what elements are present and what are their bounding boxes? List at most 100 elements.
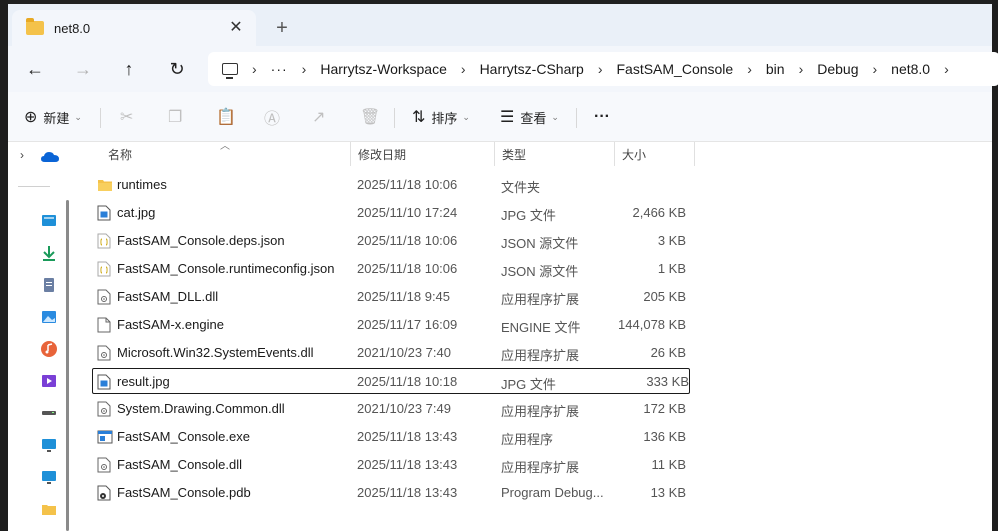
- table-row[interactable]: System.Drawing.Common.dll 2021/10/23 7:49…: [88, 396, 690, 422]
- breadcrumb-harrytsz-csharp[interactable]: Harrytsz-CSharp: [480, 61, 584, 77]
- chevron-right-icon[interactable]: ›: [944, 61, 949, 77]
- chevron-right-icon[interactable]: ›: [461, 61, 466, 77]
- monitor-icon[interactable]: [40, 436, 58, 454]
- pictures-icon[interactable]: [40, 308, 58, 326]
- chevron-right-icon[interactable]: ›: [747, 61, 752, 77]
- delete-button[interactable]: 🗑: [360, 106, 386, 128]
- share-button[interactable]: ↗: [312, 106, 331, 128]
- music-icon[interactable]: [40, 340, 58, 358]
- file-size: 1 KB: [657, 261, 686, 276]
- documents-icon[interactable]: [40, 276, 58, 294]
- table-row[interactable]: FastSAM_Console.deps.json 2025/11/18 10:0…: [88, 228, 690, 254]
- file-size: 172 KB: [643, 401, 686, 416]
- pdb-file-icon: [97, 485, 111, 501]
- new-label: 新建: [43, 110, 70, 126]
- file-size: 205 KB: [643, 289, 686, 304]
- table-row[interactable]: FastSAM_DLL.dll 2025/11/18 9:45 应用程序扩展 205 …: [88, 284, 690, 310]
- table-row[interactable]: Microsoft.Win32.SystemEvents.dll 2021/10/…: [88, 340, 690, 366]
- file-type: 文件夹: [501, 180, 541, 195]
- table-row[interactable]: cat.jpg 2025/11/10 17:24 JPG 文件 2,466 KB: [88, 200, 690, 226]
- table-row[interactable]: result.jpg 2025/11/18 10:18 JPG 文件 333 KB: [92, 368, 690, 394]
- view-button[interactable]: ☰ 查看 ⌄: [500, 106, 559, 128]
- breadcrumb-fastsam-console[interactable]: FastSAM_Console: [616, 61, 733, 77]
- trash-icon: 🗑: [360, 109, 381, 126]
- file-size: 3 KB: [657, 233, 686, 248]
- breadcrumb-bin[interactable]: bin: [766, 61, 785, 77]
- back-button[interactable]: ←: [22, 56, 48, 82]
- breadcrumb-debug[interactable]: Debug: [817, 61, 858, 77]
- cut-button[interactable]: ✂: [120, 106, 139, 128]
- more-options-button[interactable]: ···: [594, 106, 610, 128]
- file-type: 应用程序: [501, 432, 554, 447]
- address-bar[interactable]: › ··· › Harrytsz-Workspace › Harrytsz-CS…: [208, 52, 998, 86]
- chevron-down-icon: ⌄: [462, 111, 470, 122]
- file-size: 144,078 KB: [618, 317, 686, 332]
- chevron-right-icon[interactable]: ›: [20, 148, 24, 162]
- this-pc-icon[interactable]: [222, 63, 238, 79]
- breadcrumb-overflow[interactable]: ···: [271, 61, 288, 77]
- copy-button[interactable]: ❐: [168, 106, 188, 128]
- file-modified-date: 2021/10/23 7:49: [357, 401, 451, 416]
- forward-button[interactable]: →: [70, 56, 96, 82]
- column-header-label: 名称: [108, 147, 133, 162]
- navigation-bar: ← → ↑ ↻ › ··· › Harrytsz-Workspace › Har…: [8, 46, 998, 92]
- sort-label: 排序: [431, 110, 458, 126]
- table-row[interactable]: FastSAM_Console.dll 2025/11/18 13:43 应用程序扩…: [88, 452, 690, 478]
- table-row[interactable]: runtimes 2025/11/18 10:06 文件夹: [88, 172, 690, 198]
- file-type: 应用程序扩展: [501, 348, 580, 363]
- command-bar: ⊕ 新建 ⌄ ✂ ❐ 📋 Ⓐ ↗ 🗑 ⇅ 排序 ⌄ ☰ 查看 ⌄ ···: [8, 92, 992, 142]
- monitor-icon[interactable]: [40, 468, 58, 486]
- file-type: JSON 源文件: [501, 264, 579, 279]
- refresh-button[interactable]: ↻: [164, 56, 190, 82]
- rename-button[interactable]: Ⓐ: [264, 106, 286, 128]
- file-type: JPG 文件: [501, 377, 556, 392]
- table-row[interactable]: FastSAM_Console.exe 2025/11/18 13:43 应用程序 1…: [88, 424, 690, 450]
- breadcrumb-net8[interactable]: net8.0: [891, 61, 930, 77]
- view-list-icon: ☰: [500, 109, 515, 126]
- file-name: FastSAM_Console.exe: [117, 429, 250, 444]
- drive-icon[interactable]: [40, 404, 58, 422]
- file-size: 13 KB: [650, 485, 686, 500]
- chevron-right-icon[interactable]: ›: [252, 61, 257, 77]
- sort-button[interactable]: ⇅ 排序 ⌄: [412, 106, 470, 128]
- file-name: cat.jpg: [117, 205, 156, 220]
- folder-icon[interactable]: [40, 500, 58, 518]
- file-modified-date: 2025/11/18 10:06: [357, 233, 458, 248]
- close-tab-icon[interactable]: ✕: [226, 18, 246, 38]
- column-header-label: 大小: [622, 147, 647, 162]
- chevron-right-icon[interactable]: ›: [598, 61, 603, 77]
- table-row[interactable]: FastSAM-x.engine 2025/11/17 16:09 ENGINE 文…: [88, 312, 690, 338]
- dll-file-icon: [97, 401, 111, 417]
- up-button[interactable]: ↑: [116, 56, 142, 82]
- file-size: 333 KB: [646, 374, 689, 389]
- file-modified-date: 2025/11/10 17:24: [357, 205, 458, 220]
- chevron-down-icon: ⌄: [551, 111, 559, 122]
- chevron-right-icon[interactable]: ›: [799, 61, 804, 77]
- sort-icon: ⇅: [412, 109, 426, 126]
- new-button[interactable]: ⊕ 新建 ⌄: [24, 106, 82, 128]
- column-header-name[interactable]: 名称: [100, 142, 350, 166]
- file-name: FastSAM_DLL.dll: [117, 289, 219, 304]
- chevron-right-icon[interactable]: ›: [873, 61, 878, 77]
- tab-net8[interactable]: net8.0 ✕: [12, 10, 256, 46]
- image-file-icon: [97, 374, 111, 390]
- scissors-icon: ✂: [120, 109, 134, 126]
- chevron-right-icon[interactable]: ›: [302, 61, 307, 77]
- desktop-icon[interactable]: [40, 212, 58, 230]
- paste-button[interactable]: 📋: [216, 106, 242, 128]
- column-header-type[interactable]: 类型: [494, 142, 614, 166]
- sidebar-scrollbar[interactable]: [66, 200, 69, 531]
- file-name: runtimes: [117, 177, 167, 192]
- plus-circle-icon: ⊕: [24, 109, 38, 126]
- column-header-size[interactable]: 大小: [614, 142, 694, 166]
- table-row[interactable]: FastSAM_Console.pdb 2025/11/18 13:43 Progr…: [88, 480, 690, 506]
- new-tab-button[interactable]: +: [270, 16, 294, 40]
- breadcrumb-harrytsz-workspace[interactable]: Harrytsz-Workspace: [320, 61, 447, 77]
- file-modified-date: 2025/11/18 10:06: [357, 177, 458, 192]
- column-header-date[interactable]: 修改日期: [350, 142, 494, 166]
- videos-icon[interactable]: [40, 372, 58, 390]
- onedrive-icon[interactable]: [40, 148, 60, 166]
- downloads-icon[interactable]: [40, 244, 58, 262]
- navigation-pane: ›: [8, 142, 69, 531]
- table-row[interactable]: FastSAM_Console.runtimeconfig.json 2025/1…: [88, 256, 690, 282]
